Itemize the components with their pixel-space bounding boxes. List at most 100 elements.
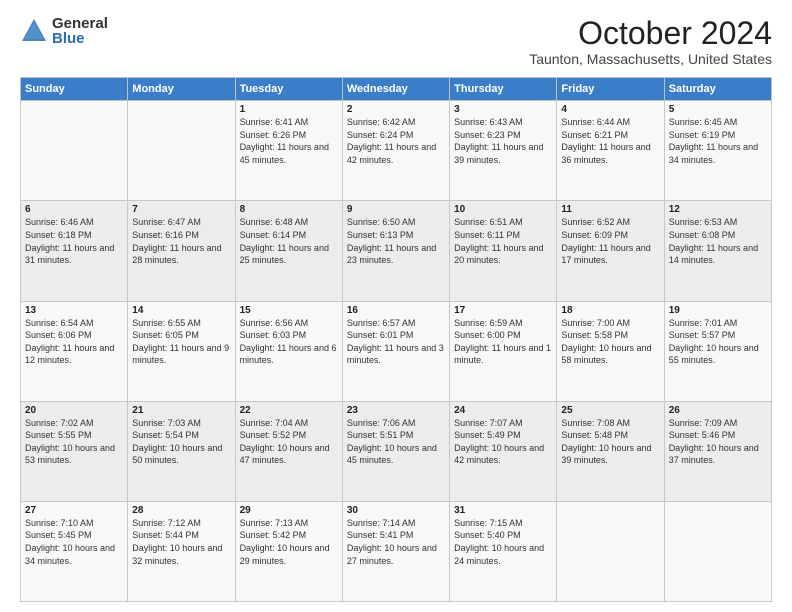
- day-number: 22: [240, 405, 338, 416]
- weekday-header-saturday: Saturday: [664, 78, 771, 101]
- calendar-cell: 24Sunrise: 7:07 AM Sunset: 5:49 PM Dayli…: [450, 401, 557, 501]
- day-number: 1: [240, 104, 338, 115]
- logo: General Blue: [20, 16, 108, 46]
- day-number: 10: [454, 204, 552, 215]
- calendar-cell: 14Sunrise: 6:55 AM Sunset: 6:05 PM Dayli…: [128, 301, 235, 401]
- calendar-cell: 4Sunrise: 6:44 AM Sunset: 6:21 PM Daylig…: [557, 101, 664, 201]
- calendar-cell: 22Sunrise: 7:04 AM Sunset: 5:52 PM Dayli…: [235, 401, 342, 501]
- day-number: 2: [347, 104, 445, 115]
- weekday-header-monday: Monday: [128, 78, 235, 101]
- day-info: Sunrise: 6:47 AM Sunset: 6:16 PM Dayligh…: [132, 216, 230, 266]
- day-info: Sunrise: 7:15 AM Sunset: 5:40 PM Dayligh…: [454, 517, 552, 567]
- day-info: Sunrise: 6:52 AM Sunset: 6:09 PM Dayligh…: [561, 216, 659, 266]
- day-number: 29: [240, 505, 338, 516]
- day-info: Sunrise: 7:13 AM Sunset: 5:42 PM Dayligh…: [240, 517, 338, 567]
- location-title: Taunton, Massachusetts, United States: [529, 51, 772, 67]
- day-number: 14: [132, 305, 230, 316]
- day-info: Sunrise: 6:55 AM Sunset: 6:05 PM Dayligh…: [132, 317, 230, 367]
- day-info: Sunrise: 6:48 AM Sunset: 6:14 PM Dayligh…: [240, 216, 338, 266]
- calendar-cell: 29Sunrise: 7:13 AM Sunset: 5:42 PM Dayli…: [235, 501, 342, 601]
- calendar-week-5: 27Sunrise: 7:10 AM Sunset: 5:45 PM Dayli…: [21, 501, 772, 601]
- day-info: Sunrise: 7:00 AM Sunset: 5:58 PM Dayligh…: [561, 317, 659, 367]
- day-number: 13: [25, 305, 123, 316]
- calendar-cell: 28Sunrise: 7:12 AM Sunset: 5:44 PM Dayli…: [128, 501, 235, 601]
- weekday-header-thursday: Thursday: [450, 78, 557, 101]
- day-info: Sunrise: 6:59 AM Sunset: 6:00 PM Dayligh…: [454, 317, 552, 367]
- logo-icon: [20, 17, 48, 45]
- day-number: 21: [132, 405, 230, 416]
- calendar-cell: 26Sunrise: 7:09 AM Sunset: 5:46 PM Dayli…: [664, 401, 771, 501]
- calendar-week-1: 1Sunrise: 6:41 AM Sunset: 6:26 PM Daylig…: [21, 101, 772, 201]
- day-number: 27: [25, 505, 123, 516]
- day-info: Sunrise: 7:09 AM Sunset: 5:46 PM Dayligh…: [669, 417, 767, 467]
- calendar-cell: 1Sunrise: 6:41 AM Sunset: 6:26 PM Daylig…: [235, 101, 342, 201]
- calendar-cell: 13Sunrise: 6:54 AM Sunset: 6:06 PM Dayli…: [21, 301, 128, 401]
- calendar-cell: 19Sunrise: 7:01 AM Sunset: 5:57 PM Dayli…: [664, 301, 771, 401]
- day-number: 26: [669, 405, 767, 416]
- day-number: 16: [347, 305, 445, 316]
- calendar-cell: 18Sunrise: 7:00 AM Sunset: 5:58 PM Dayli…: [557, 301, 664, 401]
- day-info: Sunrise: 7:01 AM Sunset: 5:57 PM Dayligh…: [669, 317, 767, 367]
- day-info: Sunrise: 6:57 AM Sunset: 6:01 PM Dayligh…: [347, 317, 445, 367]
- day-info: Sunrise: 6:54 AM Sunset: 6:06 PM Dayligh…: [25, 317, 123, 367]
- calendar-cell: 8Sunrise: 6:48 AM Sunset: 6:14 PM Daylig…: [235, 201, 342, 301]
- calendar-week-4: 20Sunrise: 7:02 AM Sunset: 5:55 PM Dayli…: [21, 401, 772, 501]
- day-number: 12: [669, 204, 767, 215]
- day-number: 23: [347, 405, 445, 416]
- weekday-header-wednesday: Wednesday: [342, 78, 449, 101]
- calendar-cell: [21, 101, 128, 201]
- calendar-cell: 11Sunrise: 6:52 AM Sunset: 6:09 PM Dayli…: [557, 201, 664, 301]
- day-number: 17: [454, 305, 552, 316]
- page-header: General Blue October 2024 Taunton, Massa…: [20, 16, 772, 67]
- day-number: 9: [347, 204, 445, 215]
- day-number: 28: [132, 505, 230, 516]
- day-number: 15: [240, 305, 338, 316]
- day-number: 3: [454, 104, 552, 115]
- logo-text: General Blue: [52, 16, 108, 46]
- day-info: Sunrise: 6:42 AM Sunset: 6:24 PM Dayligh…: [347, 116, 445, 166]
- calendar-cell: 23Sunrise: 7:06 AM Sunset: 5:51 PM Dayli…: [342, 401, 449, 501]
- calendar-cell: [128, 101, 235, 201]
- day-number: 31: [454, 505, 552, 516]
- weekday-header-friday: Friday: [557, 78, 664, 101]
- calendar-cell: 6Sunrise: 6:46 AM Sunset: 6:18 PM Daylig…: [21, 201, 128, 301]
- logo-blue-label: Blue: [52, 31, 108, 46]
- weekday-header-tuesday: Tuesday: [235, 78, 342, 101]
- calendar-cell: [664, 501, 771, 601]
- day-info: Sunrise: 6:46 AM Sunset: 6:18 PM Dayligh…: [25, 216, 123, 266]
- calendar-table: SundayMondayTuesdayWednesdayThursdayFrid…: [20, 77, 772, 602]
- calendar-cell: 5Sunrise: 6:45 AM Sunset: 6:19 PM Daylig…: [664, 101, 771, 201]
- day-number: 11: [561, 204, 659, 215]
- calendar-cell: 15Sunrise: 6:56 AM Sunset: 6:03 PM Dayli…: [235, 301, 342, 401]
- weekday-header-sunday: Sunday: [21, 78, 128, 101]
- calendar-week-2: 6Sunrise: 6:46 AM Sunset: 6:18 PM Daylig…: [21, 201, 772, 301]
- day-info: Sunrise: 6:45 AM Sunset: 6:19 PM Dayligh…: [669, 116, 767, 166]
- calendar-cell: 9Sunrise: 6:50 AM Sunset: 6:13 PM Daylig…: [342, 201, 449, 301]
- calendar-cell: 27Sunrise: 7:10 AM Sunset: 5:45 PM Dayli…: [21, 501, 128, 601]
- day-info: Sunrise: 6:41 AM Sunset: 6:26 PM Dayligh…: [240, 116, 338, 166]
- day-info: Sunrise: 6:44 AM Sunset: 6:21 PM Dayligh…: [561, 116, 659, 166]
- month-title: October 2024: [529, 16, 772, 51]
- day-info: Sunrise: 6:56 AM Sunset: 6:03 PM Dayligh…: [240, 317, 338, 367]
- day-info: Sunrise: 7:03 AM Sunset: 5:54 PM Dayligh…: [132, 417, 230, 467]
- calendar-cell: 30Sunrise: 7:14 AM Sunset: 5:41 PM Dayli…: [342, 501, 449, 601]
- day-info: Sunrise: 7:04 AM Sunset: 5:52 PM Dayligh…: [240, 417, 338, 467]
- calendar-cell: 3Sunrise: 6:43 AM Sunset: 6:23 PM Daylig…: [450, 101, 557, 201]
- day-number: 6: [25, 204, 123, 215]
- weekday-header-row: SundayMondayTuesdayWednesdayThursdayFrid…: [21, 78, 772, 101]
- calendar-cell: 12Sunrise: 6:53 AM Sunset: 6:08 PM Dayli…: [664, 201, 771, 301]
- day-info: Sunrise: 7:02 AM Sunset: 5:55 PM Dayligh…: [25, 417, 123, 467]
- calendar-cell: 2Sunrise: 6:42 AM Sunset: 6:24 PM Daylig…: [342, 101, 449, 201]
- calendar-week-3: 13Sunrise: 6:54 AM Sunset: 6:06 PM Dayli…: [21, 301, 772, 401]
- day-number: 8: [240, 204, 338, 215]
- calendar-cell: 17Sunrise: 6:59 AM Sunset: 6:00 PM Dayli…: [450, 301, 557, 401]
- calendar-cell: 31Sunrise: 7:15 AM Sunset: 5:40 PM Dayli…: [450, 501, 557, 601]
- calendar-cell: 16Sunrise: 6:57 AM Sunset: 6:01 PM Dayli…: [342, 301, 449, 401]
- day-number: 24: [454, 405, 552, 416]
- day-number: 30: [347, 505, 445, 516]
- calendar-cell: 21Sunrise: 7:03 AM Sunset: 5:54 PM Dayli…: [128, 401, 235, 501]
- calendar-cell: 10Sunrise: 6:51 AM Sunset: 6:11 PM Dayli…: [450, 201, 557, 301]
- calendar-page: General Blue October 2024 Taunton, Massa…: [0, 0, 792, 612]
- day-number: 7: [132, 204, 230, 215]
- day-info: Sunrise: 6:50 AM Sunset: 6:13 PM Dayligh…: [347, 216, 445, 266]
